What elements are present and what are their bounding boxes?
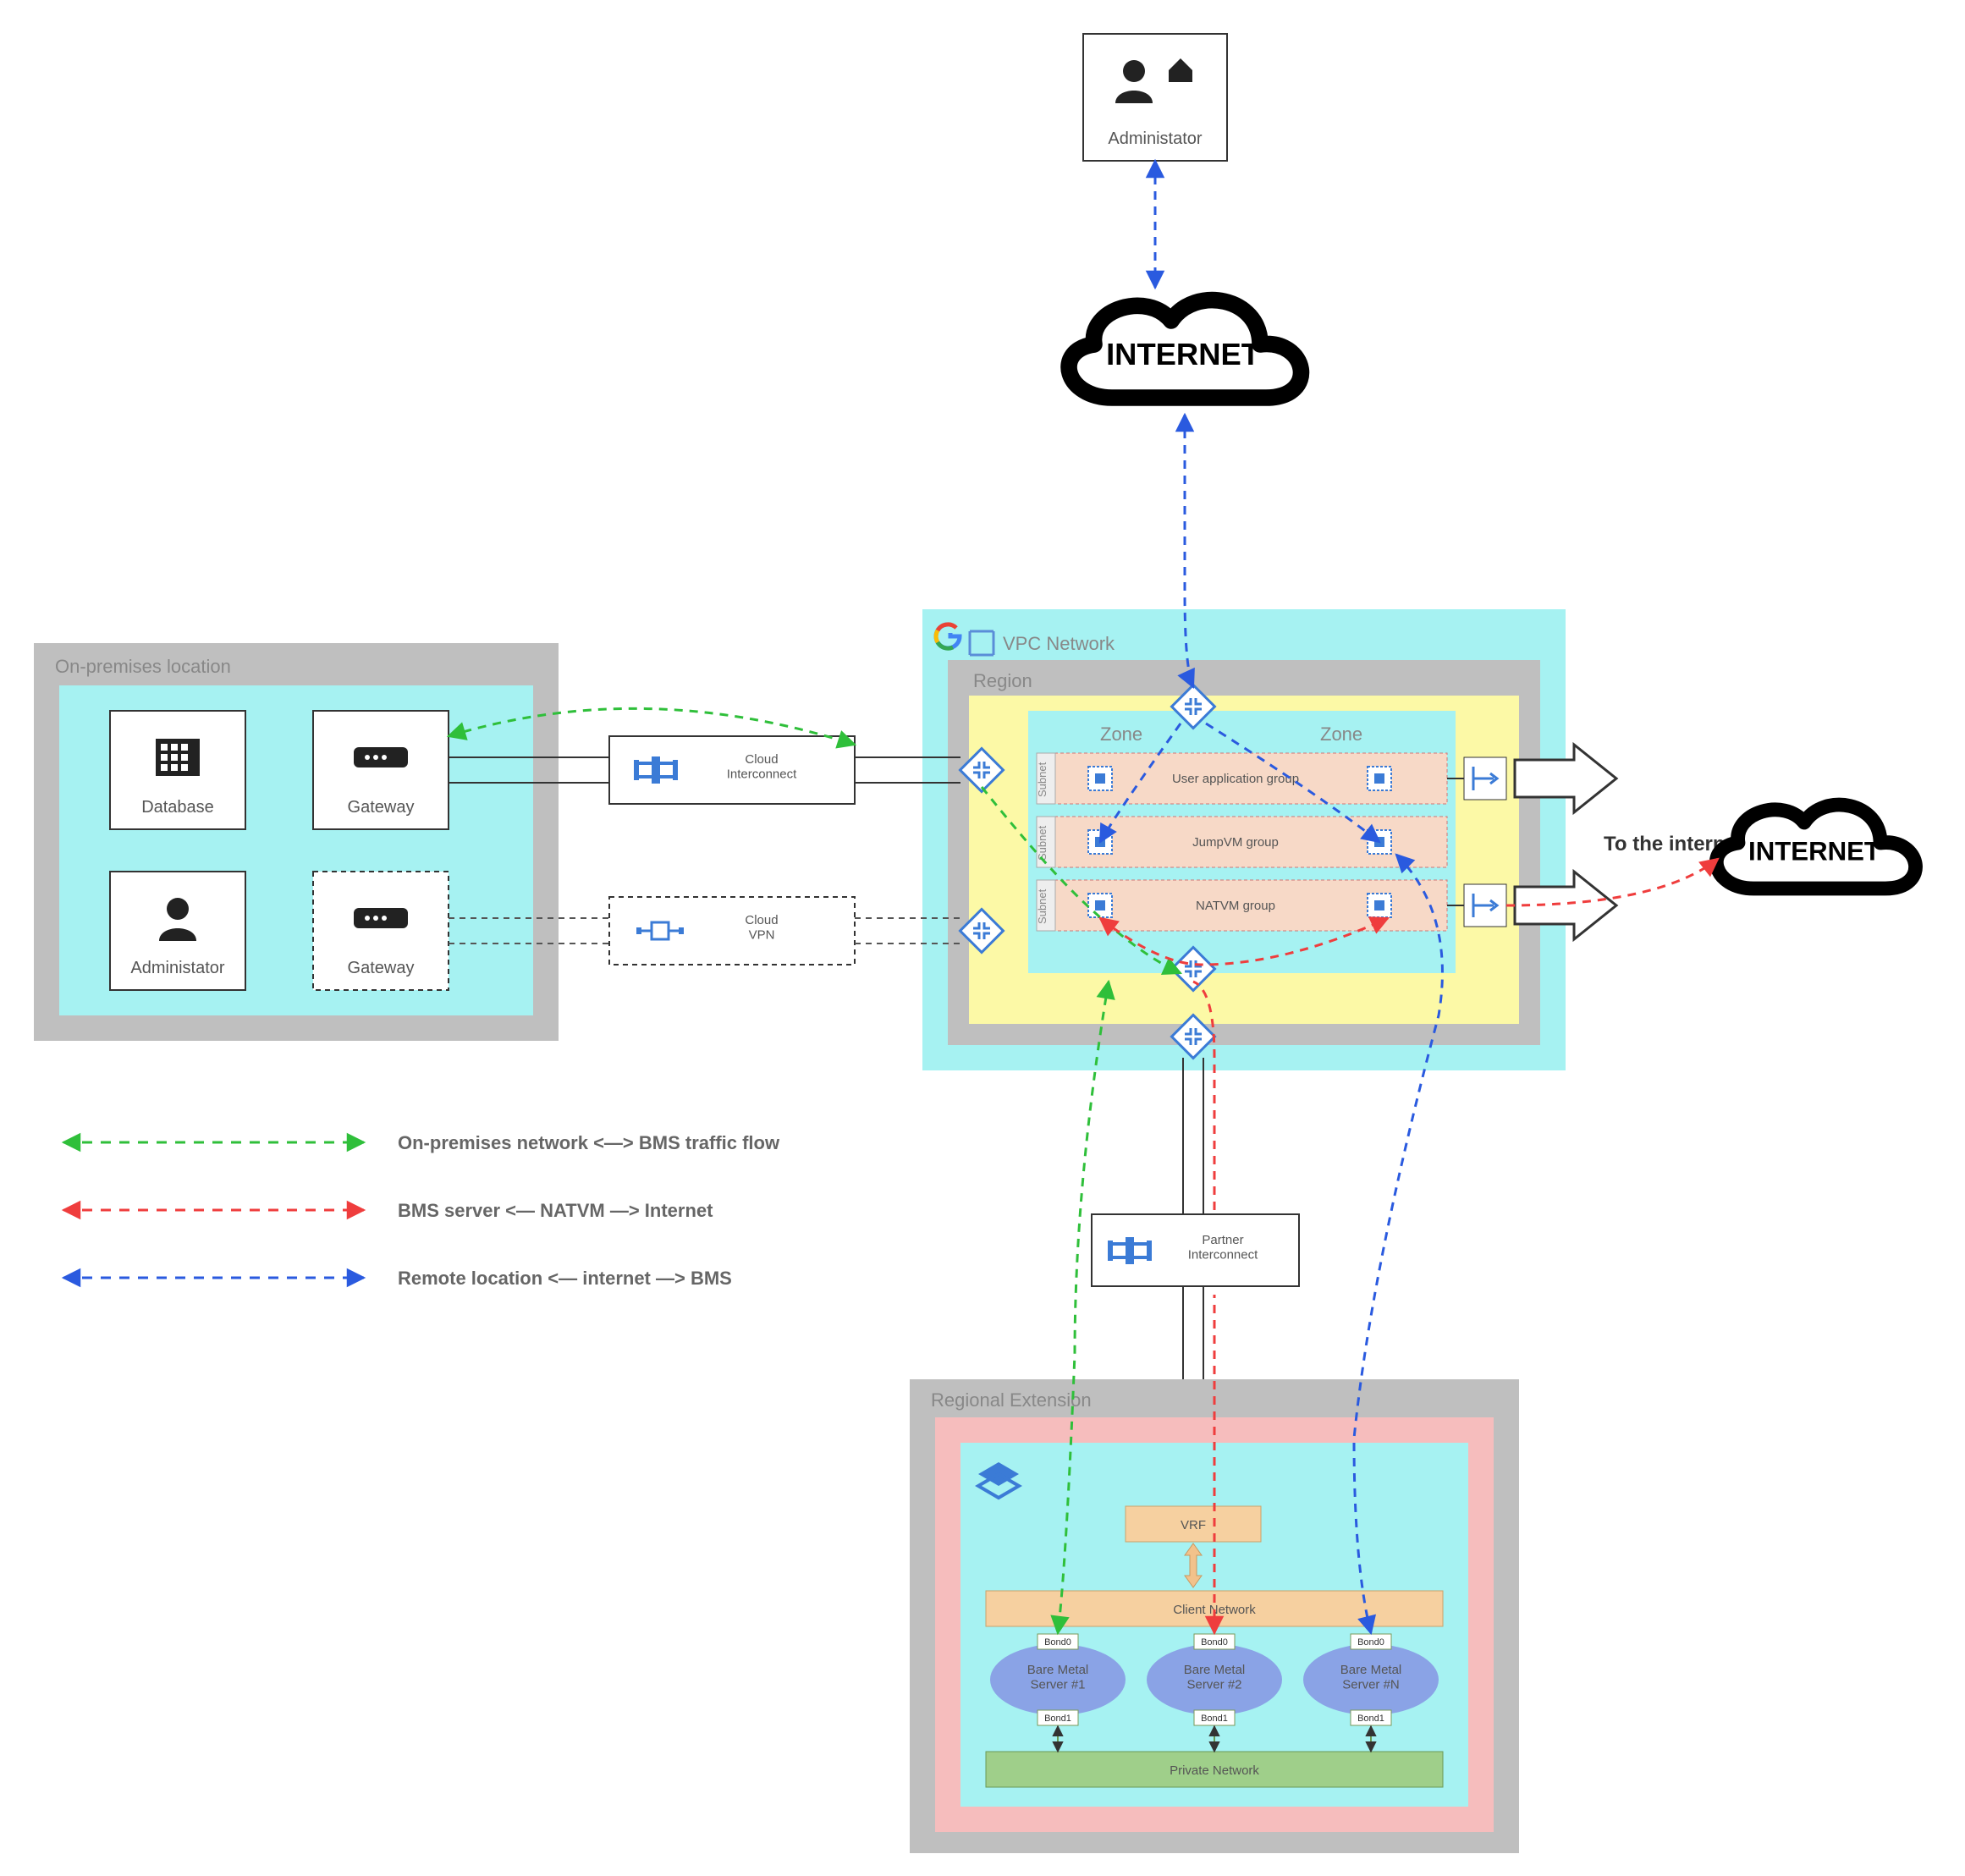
onprem-gateway-2: Gateway [313, 872, 449, 990]
onprem-db-label: Database [141, 798, 214, 817]
subnet-jump: Subnet JumpVM group [1036, 817, 1447, 867]
priv-net-label: Private Network [1170, 1763, 1259, 1778]
onprem-gateway-1: Gateway [313, 711, 449, 829]
admin-top: Administator [1083, 34, 1227, 161]
svg-text:Bond1: Bond1 [1044, 1714, 1071, 1724]
subnet-nat: Subnet NATVM group [1036, 880, 1447, 931]
svg-text:Bond1: Bond1 [1357, 1714, 1384, 1724]
region-label: Region [973, 670, 1032, 691]
cloud-vpn: CloudVPN [609, 897, 855, 965]
svg-text:Bare MetalServer #1: Bare MetalServer #1 [1027, 1663, 1089, 1692]
svg-text:Bond0: Bond0 [1044, 1637, 1071, 1648]
vrf-label: VRF [1181, 1518, 1206, 1532]
bms2-label: Bare MetalServer #2 [1184, 1663, 1246, 1692]
admin-top-label: Administator [1108, 129, 1202, 148]
cloud-vpn-label: CloudVPN [745, 913, 778, 942]
jump-group-label: JumpVM group [1192, 835, 1279, 850]
vm-icon [1088, 767, 1112, 790]
cloud-interconnect: CloudInterconnect [609, 736, 855, 804]
app-group-label: User application group [1172, 772, 1299, 786]
onprem-gw1-label: Gateway [348, 798, 415, 817]
onprem-admin-label: Administator [130, 959, 224, 977]
svg-text:Bond0: Bond0 [1201, 1637, 1228, 1648]
internet-right-label: INTERNET [1748, 836, 1880, 866]
legend-red: BMS server <— NATVM —> Internet [398, 1200, 713, 1221]
svg-text:Bare MetalServer #N: Bare MetalServer #N [1340, 1663, 1402, 1692]
svg-text:Subnet: Subnet [1036, 888, 1049, 924]
onprem-admin: Administator [110, 872, 245, 990]
svg-text:Subnet: Subnet [1036, 762, 1049, 797]
onprem-gw2-label: Gateway [348, 959, 415, 977]
onprem-title: On-premises location [55, 656, 231, 677]
onprem-container: On-premises location Database Gateway Ad… [34, 643, 559, 1041]
svg-text:CloudVPN: CloudVPN [745, 913, 778, 942]
vm-icon [1088, 894, 1112, 917]
internet-top-label: INTERNET [1106, 337, 1260, 371]
svg-text:Bare MetalServer #2: Bare MetalServer #2 [1184, 1663, 1246, 1692]
onprem-database: Database [110, 711, 245, 829]
vm-icon [1368, 894, 1391, 917]
nat-group-label: NATVM group [1196, 899, 1275, 913]
internet-top: INTERNET [1069, 300, 1301, 398]
legend-green: On-premises network <—> BMS traffic flow [398, 1132, 780, 1153]
subnet-app: Subnet User application group [1036, 753, 1447, 804]
regional-title: Regional Extension [931, 1389, 1092, 1411]
svg-text:Subnet: Subnet [1036, 825, 1049, 861]
legend-blue: Remote location <— internet —> BMS [398, 1268, 732, 1289]
legend: On-premises network <—> BMS traffic flow… [63, 1132, 780, 1289]
vm-icon [1368, 767, 1391, 790]
svg-text:Bond0: Bond0 [1357, 1637, 1384, 1648]
vm-icon [1368, 830, 1391, 854]
partner-interconnect: PartnerInterconnect [1092, 1214, 1299, 1286]
vpc-title: VPC Network [1003, 633, 1115, 654]
zone-label-2: Zone [1320, 723, 1362, 745]
bmsn-label: Bare MetalServer #N [1340, 1663, 1402, 1692]
zone-label-1: Zone [1100, 723, 1142, 745]
internet-right: INTERNET [1716, 805, 1915, 888]
bms1-label: Bare MetalServer #1 [1027, 1663, 1089, 1692]
svg-text:Bond1: Bond1 [1201, 1714, 1228, 1724]
